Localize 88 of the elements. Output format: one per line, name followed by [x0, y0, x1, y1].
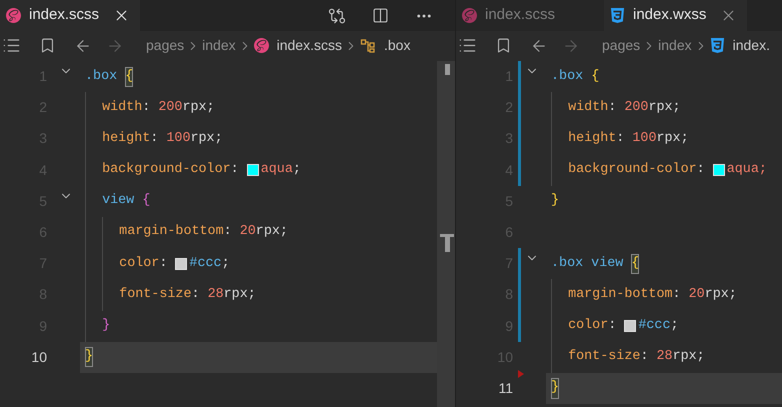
code-token: 200 — [158, 98, 182, 117]
code-token: : — [640, 348, 650, 366]
breadcrumb-item[interactable]: pages — [146, 35, 184, 56]
code-token: #ccc — [638, 317, 670, 336]
code-token: rpx; — [182, 98, 215, 117]
code-token: : — [224, 223, 233, 242]
code-token: rpx; — [656, 130, 689, 148]
code-token: ; — [670, 317, 679, 336]
code-token: : — [616, 130, 626, 148]
code-token: #ccc — [189, 254, 222, 273]
file-type-icon — [254, 38, 269, 53]
code-token: rpx; — [190, 130, 223, 148]
code-token: .box — [551, 68, 584, 86]
breadcrumb-item[interactable]: index. — [732, 35, 770, 56]
symbol-structure-icon — [360, 38, 376, 54]
code-token: width — [102, 98, 142, 117]
code-token: .box view — [551, 254, 624, 273]
code-token: : — [150, 130, 160, 148]
code-token: color — [119, 254, 160, 273]
breadcrumb-item[interactable]: index — [202, 35, 236, 56]
code-token: ; — [292, 161, 301, 180]
tab-label: index.scss — [485, 5, 556, 26]
code-token: rpx; — [224, 286, 256, 304]
color-swatch[interactable] — [624, 320, 636, 332]
code-token: : — [142, 98, 152, 117]
code-bracket: } — [551, 192, 560, 210]
editor-tab[interactable]: index.scss — [0, 0, 140, 31]
code-bracket: { — [631, 254, 640, 274]
code-token: view — [102, 192, 134, 210]
line-number: 10 — [30, 348, 47, 367]
breadcrumb-item[interactable]: pages — [602, 35, 640, 56]
code-token: .box — [85, 68, 118, 86]
editor-tab[interactable]: index.wxss — [604, 0, 748, 31]
line-number: 11 — [497, 378, 513, 398]
code-token: 28 — [656, 348, 673, 366]
code-token: background-color — [568, 161, 697, 180]
code-token: : — [191, 286, 201, 304]
breadcrumb-item[interactable]: .box — [384, 35, 410, 56]
code-bracket: { — [125, 66, 134, 87]
breadcrumb-item[interactable]: index.scss — [276, 35, 342, 56]
code-token: font-size — [119, 286, 192, 304]
code-token: color — [568, 317, 608, 336]
code-token: : — [230, 161, 240, 180]
split-editor-icon[interactable] — [372, 7, 389, 24]
code-bracket: } — [85, 347, 94, 368]
code-token: background-color — [102, 161, 231, 180]
code-token: rpx; — [648, 98, 681, 117]
code-token: height — [102, 130, 150, 148]
file-type-icon — [462, 8, 477, 23]
file-type-icon — [710, 38, 725, 53]
code-token: 200 — [624, 98, 648, 117]
breadcrumb-item[interactable]: index — [658, 35, 692, 56]
code-token: rpx; — [672, 348, 705, 366]
code-bracket: } — [102, 317, 110, 336]
code-bracket: } — [551, 378, 560, 399]
color-swatch[interactable] — [246, 164, 259, 176]
file-type-icon — [6, 8, 21, 23]
compare-changes-icon[interactable] — [328, 6, 346, 24]
code-token: 100 — [166, 130, 190, 148]
code-token: height — [568, 130, 616, 148]
code-token: : — [159, 254, 168, 273]
code-token: rpx; — [256, 223, 288, 242]
code-token: 20 — [688, 286, 705, 304]
color-swatch[interactable] — [175, 258, 188, 270]
code-bracket: { — [591, 68, 600, 86]
bookmark-icon[interactable] — [495, 37, 512, 54]
code-token: aqua — [260, 161, 293, 180]
code-token: : — [672, 286, 682, 304]
code-token: aqua; — [726, 161, 767, 180]
tab-label: index.wxss — [633, 5, 706, 26]
tab-label: index.scss — [29, 5, 100, 26]
bookmark-icon[interactable] — [39, 37, 56, 54]
code-token: : — [608, 98, 618, 117]
code-token: : — [608, 317, 618, 336]
code-token: margin-bottom — [568, 286, 673, 304]
code-bracket: { — [142, 192, 150, 210]
scrollbar[interactable] — [437, 61, 455, 407]
code-token: font-size — [568, 348, 640, 366]
code-token: : — [696, 161, 706, 180]
code-token: ; — [222, 254, 230, 273]
code-token: margin-bottom — [119, 223, 224, 242]
color-swatch[interactable] — [712, 164, 725, 176]
code-token: 100 — [632, 130, 656, 148]
code-token: 28 — [208, 286, 224, 304]
file-type-icon — [610, 8, 625, 23]
code-token: 20 — [240, 223, 256, 242]
code-token: rpx; — [704, 286, 737, 304]
code-token: width — [568, 98, 608, 117]
